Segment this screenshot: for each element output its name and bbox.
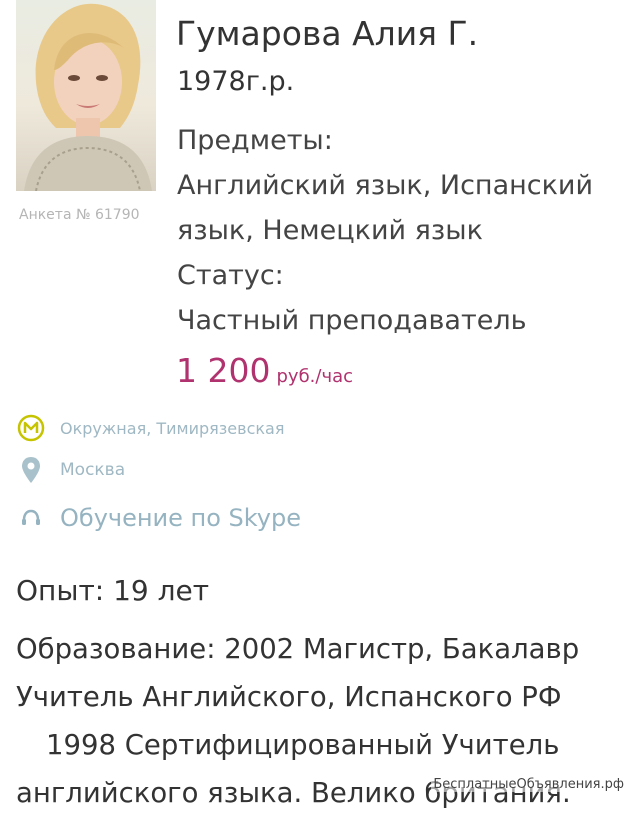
price: 1 200 руб./час [176,351,353,390]
subjects-line-1: Английский язык, Испанский [177,170,594,201]
tutor-info: Предметы: Английский язык, Испанский язы… [177,118,627,343]
price-unit: руб./час [276,366,354,387]
city[interactable]: Москва [16,455,125,485]
price-value: 1 200 [176,351,271,390]
education-line-3-row: 1998 Сертифицированный Учитель [16,721,626,769]
location-pin-icon [16,455,46,485]
watermark: БесплатныеОбъявления.рф [431,777,626,792]
status-label: Статус: [177,260,284,291]
status-value: Частный преподаватель [177,305,527,336]
experience: Опыт: 19 лет [16,574,210,607]
profile-id: Анкета № 61790 [19,207,140,223]
education-line-2: Учитель Английского, Испанского РФ [16,681,562,713]
skype-icon [16,503,46,533]
skype-text: Обучение по Skype [60,504,302,532]
metro-text: Окружная, Тимирязевская [60,418,285,438]
metro-stations[interactable]: Окружная, Тимирязевская [16,413,284,443]
subjects-label: Предметы: [177,125,333,156]
skype-learning[interactable]: Обучение по Skype [16,503,301,533]
tutor-name: Гумарова Алия Г. [176,14,479,53]
tutor-portrait [24,3,152,191]
tutor-photo [16,0,156,191]
metro-icon [16,413,46,443]
subjects-line-2: язык, Немецкий язык [177,215,483,246]
education-line-3: 1998 Сертифицированный Учитель [46,729,560,761]
education-line-1: Образование: 2002 Магистр, Бакалавр [16,633,580,665]
birth-year: 1978г.р. [177,66,295,97]
city-text: Москва [60,460,126,480]
